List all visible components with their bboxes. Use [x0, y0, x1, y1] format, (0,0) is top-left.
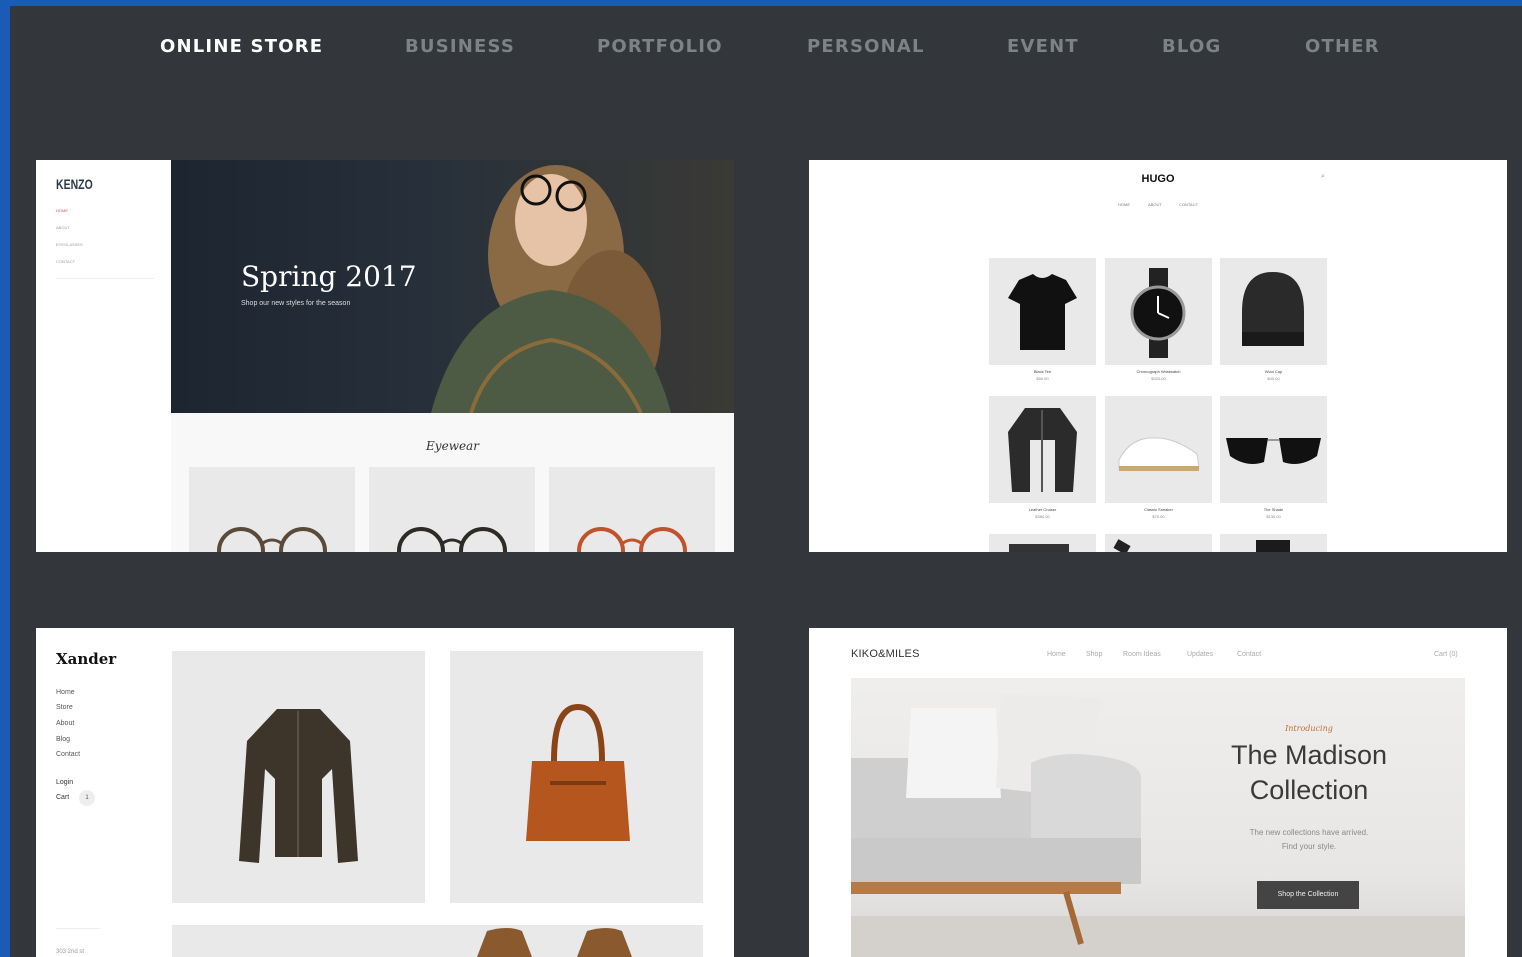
hugo-logo: HUGO [1141, 173, 1175, 185]
tab-other[interactable]: OTHER [1305, 36, 1380, 57]
hugo-menu-item: HOME [1118, 202, 1130, 207]
kiko-menu-item: Home [1047, 651, 1066, 658]
xander-menu-item: Home [56, 689, 75, 696]
sneaker-icon [1118, 437, 1200, 471]
xander-menu-item: Blog [56, 736, 71, 743]
template-card-hugo[interactable]: HUGO ⌕ HOME ABOUT CONTACT Black Tee $50.… [809, 160, 1507, 552]
tab-online-store[interactable]: ONLINE STORE [160, 36, 323, 57]
tab-event[interactable]: EVENT [1007, 36, 1079, 57]
kiko-desc-line1: The new collections have arrived. [1249, 828, 1369, 837]
xander-menu-item: Contact [56, 751, 81, 758]
product-tile [1220, 534, 1327, 552]
product-price: $380.00 [1035, 514, 1050, 519]
xander-cart: Cart [56, 794, 70, 801]
tab-personal[interactable]: PERSONAL [807, 36, 925, 57]
tshirt-icon [1008, 274, 1077, 350]
beanie-icon [1242, 272, 1304, 346]
kenzo-hero-title: Spring 2017 [241, 260, 417, 293]
kenzo-menu-item: HOME [56, 208, 68, 213]
xander-divider [56, 928, 100, 929]
xander-menu-item: Store [56, 704, 73, 711]
jacket-icon [1008, 408, 1077, 492]
kiko-logo: KIKO&MILES [851, 648, 920, 660]
product-price: $45.00 [1267, 376, 1280, 381]
kenzo-section-title: Eyewear [426, 439, 479, 453]
product-price: $75.00 [1152, 514, 1165, 519]
product-tile [172, 651, 425, 903]
product-name: The Shade [1263, 507, 1284, 512]
kenzo-menu-item: EYEGLASSES [56, 242, 83, 247]
product-name: Classic Sneaker [1144, 507, 1173, 512]
product-tile [1220, 258, 1327, 365]
template-card-kenzo[interactable]: KENZO HOME ABOUT EYEGLASSES CONTACT Spri… [36, 160, 734, 552]
product-name: Leather Cruiser [1028, 507, 1057, 512]
eyewear-product [189, 467, 355, 552]
hugo-menu-item: CONTACT [1179, 202, 1199, 207]
category-tabs: ONLINE STORE BUSINESS PORTFOLIO PERSONAL… [10, 36, 1522, 64]
kiko-menu-item: Contact [1237, 651, 1262, 658]
glasses-icon [217, 527, 327, 552]
product-tile [1105, 396, 1212, 503]
kiko-cart: Cart (0) [1434, 651, 1458, 658]
product-tile [989, 258, 1096, 365]
kenzo-section: Eyewear [171, 413, 734, 552]
kenzo-divider [56, 278, 154, 279]
kiko-desc-line2: Find your style. [1281, 842, 1337, 851]
product-tile [1105, 258, 1212, 365]
hugo-menu-item: ABOUT [1148, 202, 1162, 207]
product-tile [989, 534, 1096, 552]
product-name: Black Tee [1033, 369, 1052, 374]
kiko-title-line2: Collection [1249, 775, 1369, 805]
watch-icon [1130, 268, 1186, 358]
eyewear-product [369, 467, 535, 552]
kenzo-menu-item: ABOUT [56, 225, 70, 230]
glasses-icon [397, 527, 507, 552]
tab-business[interactable]: BUSINESS [405, 36, 515, 57]
kiko-menu-item: Shop [1086, 651, 1103, 658]
cart-count-badge: 1 [79, 790, 95, 806]
eyewear-product [549, 467, 715, 552]
product-name: Wool Cap [1264, 369, 1283, 374]
product-tile [172, 925, 703, 957]
search-icon: ⌕ [1321, 173, 1325, 180]
xander-menu-item: About [56, 720, 75, 727]
tab-portfolio[interactable]: PORTFOLIO [597, 36, 723, 57]
sofa-illustration [851, 694, 1465, 957]
product-tile [450, 651, 703, 903]
xander-logo: Xander [56, 650, 117, 668]
product-price: $320.00 [1151, 376, 1166, 381]
kenzo-logo: KENZO [56, 176, 93, 192]
kenzo-hero-subtitle: Shop our new styles for the season [241, 300, 351, 307]
product-tile [1105, 534, 1212, 552]
xander-address: 303 2nd st [56, 949, 85, 955]
shop-collection-button: Shop the Collection [1257, 881, 1359, 909]
kenzo-hero: Spring 2017 Shop our new styles for the … [171, 160, 734, 413]
product-name: Chronograph Wristwatch [1136, 369, 1181, 374]
product-tile [1220, 396, 1327, 503]
kiko-intro: Introducing [1285, 724, 1333, 733]
handbag-icon [526, 703, 630, 841]
product-price: $50.00 [1036, 376, 1049, 381]
template-card-kiko-miles[interactable]: KIKO&MILES Home Shop Room Ideas Updates … [809, 628, 1507, 957]
shoes-icon [477, 928, 632, 957]
template-card-xander[interactable]: Xander Home Store About Blog Contact Log… [36, 628, 734, 957]
kiko-menu-item: Updates [1187, 651, 1214, 658]
glasses-icon [577, 527, 687, 552]
tab-blog[interactable]: BLOG [1162, 36, 1221, 57]
product-price: $130.00 [1266, 514, 1281, 519]
product-tile [989, 396, 1096, 503]
leather-jacket-icon [239, 709, 358, 863]
kiko-title-line1: The Madison [1230, 740, 1388, 770]
template-gallery: ONLINE STORE BUSINESS PORTFOLIO PERSONAL… [10, 6, 1522, 957]
kiko-hero: Introducing The Madison Collection The n… [851, 678, 1465, 957]
kenzo-menu-item: CONTACT [56, 259, 76, 264]
sunglasses-icon [1226, 438, 1321, 464]
kiko-menu-item: Room Ideas [1123, 651, 1161, 658]
xander-login: Login [56, 779, 74, 786]
